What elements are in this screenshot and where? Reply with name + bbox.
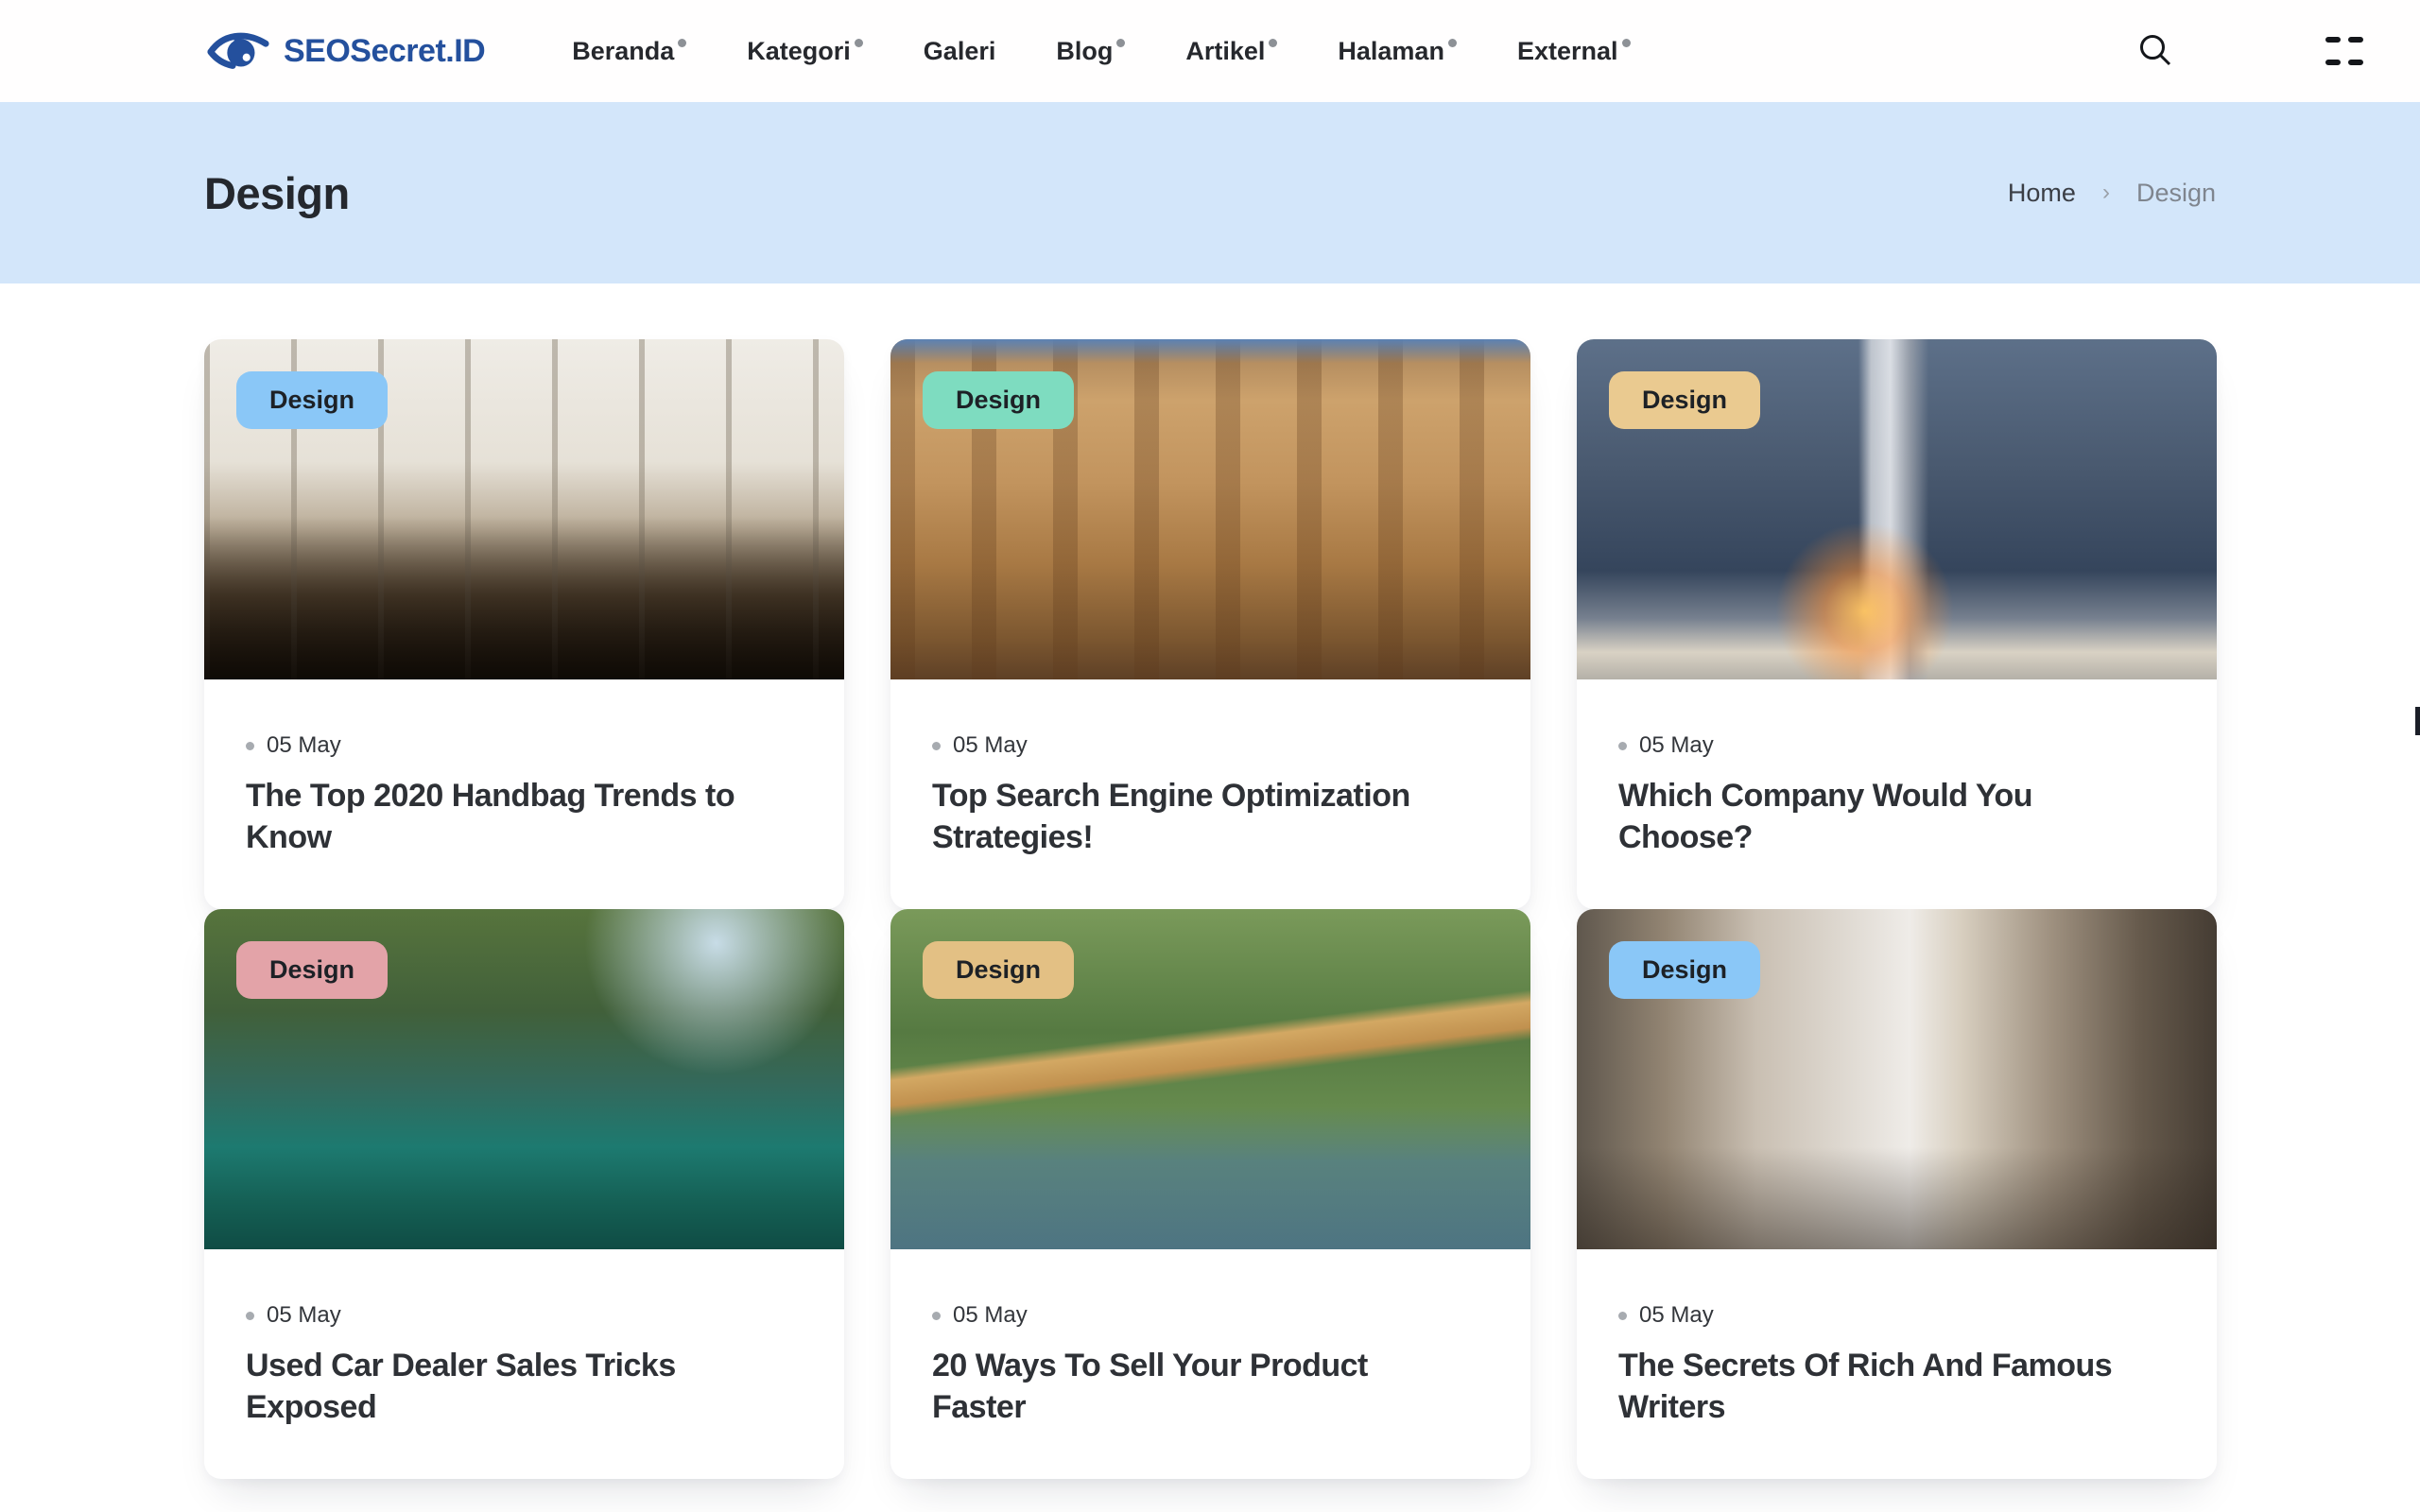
top-navigation-bar: SEOSecret.ID Beranda Kategori Galeri Blo… <box>0 0 2420 102</box>
breadcrumb-home-link[interactable]: Home <box>2008 179 2076 208</box>
category-badge[interactable]: Design <box>923 371 1074 429</box>
post-title-link[interactable]: Which Company Would You Choose? <box>1618 776 2148 858</box>
date-bullet-icon <box>1618 742 1627 750</box>
grid-apps-icon[interactable] <box>2325 32 2363 70</box>
post-list: Design 05 May The Top 2020 Handbag Trend… <box>0 284 2420 1479</box>
page-header-banner: Design Home › Design <box>0 102 2420 284</box>
post-title-link[interactable]: Used Car Dealer Sales Tricks Exposed <box>246 1346 775 1428</box>
post-title-link[interactable]: The Top 2020 Handbag Trends to Know <box>246 776 775 858</box>
category-badge[interactable]: Design <box>1609 371 1760 429</box>
breadcrumb-chevron-icon: › <box>2102 180 2110 206</box>
date-bullet-icon <box>1618 1312 1627 1320</box>
brand-logo[interactable]: SEOSecret.ID <box>206 27 485 76</box>
post-card[interactable]: Design 05 May The Top 2020 Handbag Trend… <box>204 339 844 909</box>
dropdown-indicator-dot <box>1116 39 1125 47</box>
nav-item-kategori[interactable]: Kategori <box>747 37 863 66</box>
date-bullet-icon <box>246 1312 254 1320</box>
post-card[interactable]: Design 05 May Top Search Engine Optimiza… <box>890 339 1530 909</box>
post-title-link[interactable]: Top Search Engine Optimization Strategie… <box>932 776 1461 858</box>
post-card[interactable]: Design 05 May 20 Ways To Sell Your Produ… <box>890 909 1530 1479</box>
post-card[interactable]: Design 05 May Used Car Dealer Sales Tric… <box>204 909 844 1479</box>
nav-item-artikel[interactable]: Artikel <box>1185 37 1277 66</box>
main-menu: Beranda Kategori Galeri Blog Artikel Hal… <box>572 37 1630 66</box>
post-title-link[interactable]: The Secrets Of Rich And Famous Writers <box>1618 1346 2148 1428</box>
post-thumbnail: Design <box>204 339 844 679</box>
category-badge[interactable]: Design <box>236 371 388 429</box>
eye-icon <box>206 27 270 76</box>
post-thumbnail: Design <box>1577 339 2217 679</box>
post-thumbnail: Design <box>890 339 1530 679</box>
nav-item-blog[interactable]: Blog <box>1056 37 1125 66</box>
nav-item-external[interactable]: External <box>1517 37 1631 66</box>
post-date: 05 May <box>1618 732 2175 759</box>
nav-item-beranda[interactable]: Beranda <box>572 37 686 66</box>
nav-item-halaman[interactable]: Halaman <box>1338 37 1457 66</box>
search-icon[interactable] <box>2138 33 2174 69</box>
scrollbar-thumb[interactable] <box>2415 707 2420 735</box>
date-bullet-icon <box>246 742 254 750</box>
post-thumbnail: Design <box>1577 909 2217 1249</box>
post-date: 05 May <box>246 1302 803 1329</box>
post-date: 05 May <box>932 732 1489 759</box>
nav-item-galeri[interactable]: Galeri <box>924 37 996 66</box>
page-title: Design <box>204 167 350 219</box>
brand-name: SEOSecret.ID <box>284 33 485 70</box>
post-thumbnail: Design <box>204 909 844 1249</box>
post-date: 05 May <box>932 1302 1489 1329</box>
post-card[interactable]: Design 05 May The Secrets Of Rich And Fa… <box>1577 909 2217 1479</box>
post-date: 05 May <box>1618 1302 2175 1329</box>
dropdown-indicator-dot <box>1448 39 1457 47</box>
dropdown-indicator-dot <box>1269 39 1277 47</box>
post-date: 05 May <box>246 732 803 759</box>
dropdown-indicator-dot <box>855 39 863 47</box>
post-title-link[interactable]: 20 Ways To Sell Your Product Faster <box>932 1346 1461 1428</box>
breadcrumb-current: Design <box>2136 179 2216 208</box>
category-badge[interactable]: Design <box>236 941 388 999</box>
post-card[interactable]: Design 05 May Which Company Would You Ch… <box>1577 339 2217 909</box>
dropdown-indicator-dot <box>1622 39 1631 47</box>
category-badge[interactable]: Design <box>923 941 1074 999</box>
dropdown-indicator-dot <box>678 39 686 47</box>
post-thumbnail: Design <box>890 909 1530 1249</box>
category-badge[interactable]: Design <box>1609 941 1760 999</box>
date-bullet-icon <box>932 1312 941 1320</box>
date-bullet-icon <box>932 742 941 750</box>
breadcrumb: Home › Design <box>2008 179 2216 208</box>
